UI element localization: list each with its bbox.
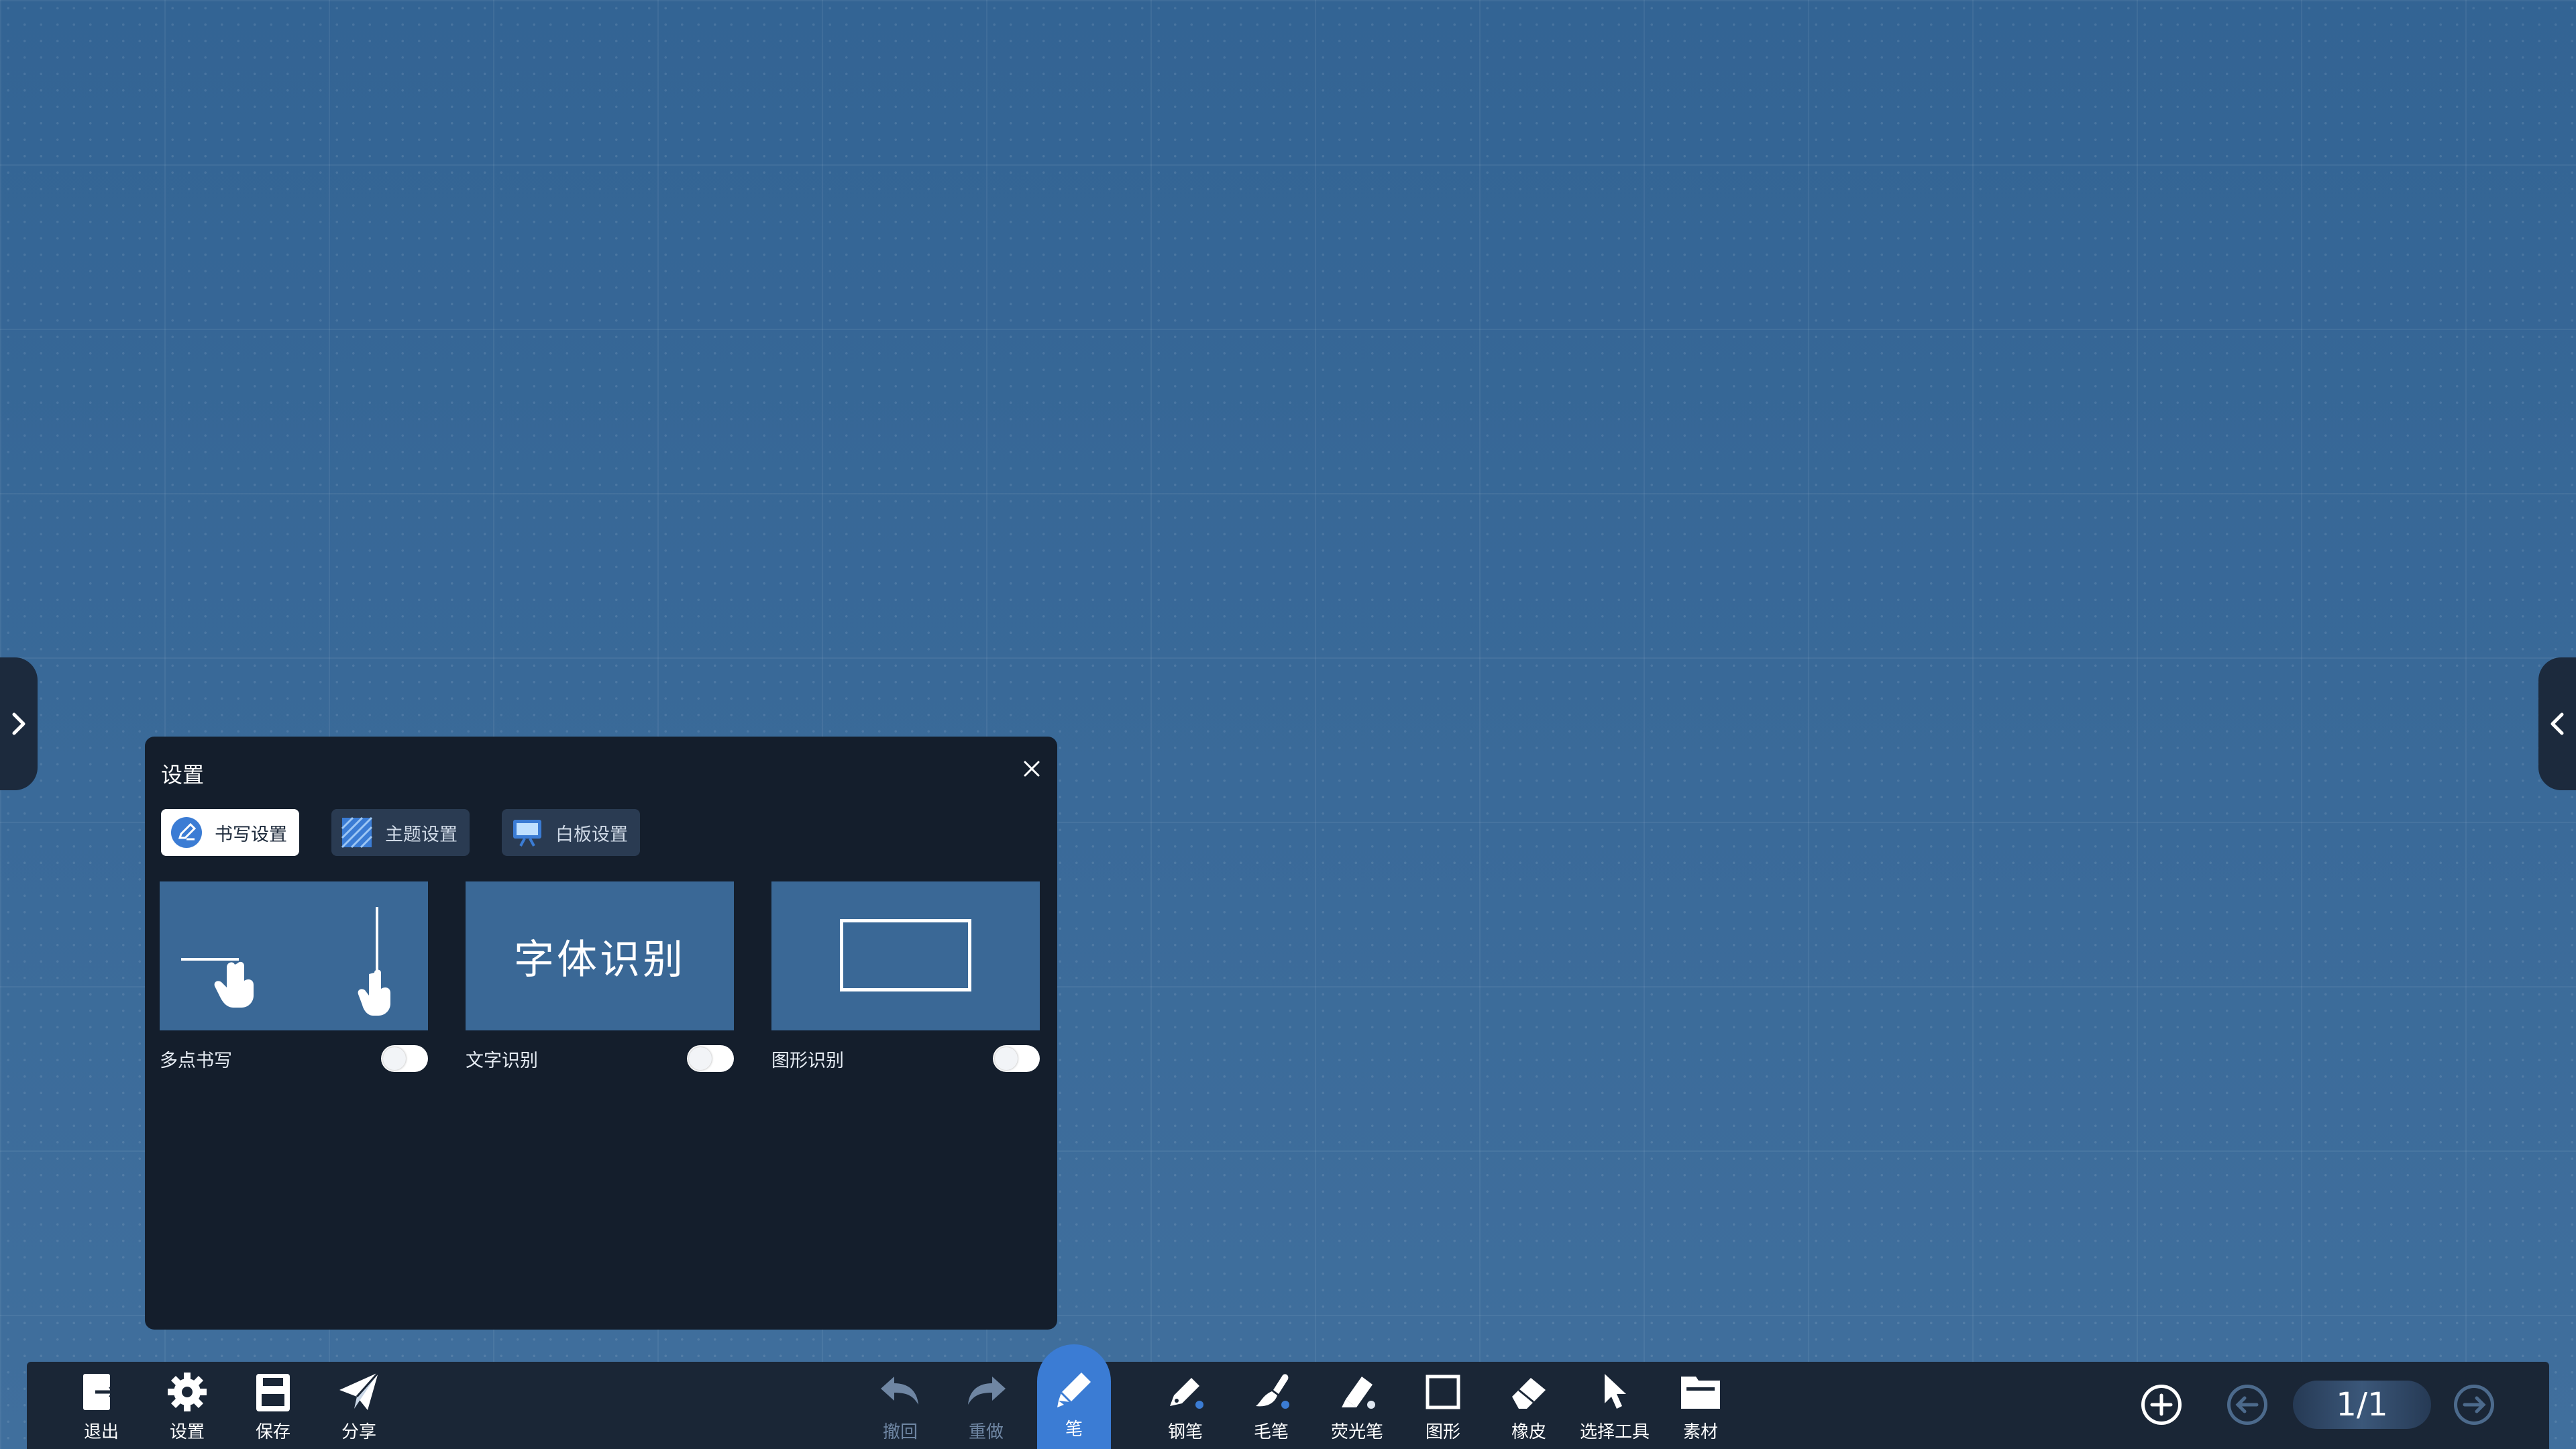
multi-touch-toggle[interactable] xyxy=(381,1045,428,1072)
whiteboard-icon xyxy=(511,816,543,849)
share-label: 分享 xyxy=(341,1422,376,1442)
eraser-label: 橡皮 xyxy=(1511,1422,1546,1442)
redo-icon xyxy=(963,1368,1010,1415)
page-indicator[interactable]: 1/1 xyxy=(2293,1381,2431,1429)
shape-recognition-toggle[interactable] xyxy=(993,1045,1040,1072)
toggle-knob xyxy=(689,1047,712,1070)
folder-icon xyxy=(1677,1368,1724,1415)
redo-label: 重做 xyxy=(968,1422,1004,1442)
exit-label: 退出 xyxy=(83,1422,119,1442)
highlighter-label: 荧光笔 xyxy=(1330,1422,1383,1442)
fountain-pen-icon xyxy=(1162,1368,1209,1415)
multi-touch-preview xyxy=(160,881,428,1030)
settings-button[interactable]: 设置 xyxy=(150,1368,224,1446)
multi-touch-label: 多点书写 xyxy=(160,1050,232,1071)
settings-tabs: 书写设置 主题设置 白板设置 xyxy=(161,809,640,856)
select-tool-label: 选择工具 xyxy=(1579,1422,1650,1442)
fountain-pen-button[interactable]: 钢笔 xyxy=(1148,1368,1222,1446)
panel-title: 设置 xyxy=(161,762,205,788)
tab-whiteboard-settings[interactable]: 白板设置 xyxy=(502,809,640,856)
rectangle-icon xyxy=(840,919,971,991)
save-button[interactable]: 保存 xyxy=(236,1368,310,1446)
brush-label: 毛笔 xyxy=(1253,1422,1289,1442)
tab-writing-settings[interactable]: 书写设置 xyxy=(161,809,299,856)
chevron-left-icon xyxy=(2551,712,2564,735)
shape-label: 图形 xyxy=(1425,1422,1460,1442)
shape-button[interactable]: 图形 xyxy=(1406,1368,1480,1446)
toggle-knob xyxy=(383,1047,406,1070)
text-recognition-toggle[interactable] xyxy=(687,1045,734,1072)
text-recognition-sample: 字体识别 xyxy=(514,936,686,983)
tab-theme-settings[interactable]: 主题设置 xyxy=(331,809,470,856)
redo-button[interactable]: 重做 xyxy=(949,1368,1023,1446)
exit-button[interactable]: 退出 xyxy=(64,1368,138,1446)
pen-label: 笔 xyxy=(1065,1419,1083,1440)
writing-options: 多点书写 字体识别 文字识别 图形识别 xyxy=(160,881,1040,1072)
chevron-right-icon xyxy=(12,712,25,735)
eraser-icon xyxy=(1505,1368,1552,1415)
arrow-left-icon xyxy=(2227,1385,2267,1425)
gear-icon xyxy=(164,1368,211,1415)
select-cursor-icon xyxy=(1591,1368,1638,1415)
tab-label: 主题设置 xyxy=(385,824,458,845)
pen-icon xyxy=(1051,1366,1097,1413)
highlighter-icon xyxy=(1334,1368,1381,1415)
multi-touch-card: 多点书写 xyxy=(160,881,428,1072)
arrow-right-icon xyxy=(2454,1385,2494,1425)
settings-panel: 设置 书写设置 主题设置 白板设置 多点书写 字体识别 文字识别 图形识别 xyxy=(145,737,1057,1330)
save-icon xyxy=(250,1368,297,1415)
brush-button[interactable]: 毛笔 xyxy=(1234,1368,1308,1446)
shape-icon xyxy=(1419,1368,1466,1415)
eraser-button[interactable]: 橡皮 xyxy=(1492,1368,1566,1446)
save-label: 保存 xyxy=(255,1422,290,1442)
next-page-button[interactable] xyxy=(2450,1381,2498,1429)
brush-icon xyxy=(1248,1368,1295,1415)
text-recognition-label: 文字识别 xyxy=(466,1050,538,1071)
left-expand-handle[interactable] xyxy=(0,657,38,790)
previous-page-button[interactable] xyxy=(2223,1381,2271,1429)
pen-circle-icon xyxy=(170,816,203,849)
tab-label: 书写设置 xyxy=(215,824,287,845)
highlighter-button[interactable]: 荧光笔 xyxy=(1320,1368,1394,1446)
share-icon xyxy=(335,1368,382,1415)
settings-label: 设置 xyxy=(169,1422,205,1442)
materials-label: 素材 xyxy=(1682,1422,1718,1442)
pen-tool-button[interactable]: 笔 xyxy=(1037,1344,1111,1449)
shape-recognition-label: 图形识别 xyxy=(771,1050,844,1071)
fountain-pen-label: 钢笔 xyxy=(1167,1422,1203,1442)
shape-recognition-card: 图形识别 xyxy=(771,881,1040,1072)
plus-icon xyxy=(2141,1385,2182,1425)
right-expand-handle[interactable] xyxy=(2538,657,2576,790)
select-tool-button[interactable]: 选择工具 xyxy=(1578,1368,1652,1446)
undo-icon xyxy=(877,1368,924,1415)
shape-recognition-preview xyxy=(771,881,1040,1030)
undo-label: 撤回 xyxy=(882,1422,918,1442)
add-page-button[interactable] xyxy=(2137,1381,2186,1429)
undo-button[interactable]: 撤回 xyxy=(863,1368,937,1446)
theme-stripes-icon xyxy=(341,816,373,849)
tab-label: 白板设置 xyxy=(555,824,628,845)
touch-hands-icon xyxy=(181,907,390,1016)
close-button[interactable] xyxy=(1018,755,1045,782)
exit-icon xyxy=(78,1368,125,1415)
materials-button[interactable]: 素材 xyxy=(1664,1368,1737,1446)
text-recognition-card: 字体识别 文字识别 xyxy=(466,881,734,1072)
text-recognition-preview: 字体识别 xyxy=(466,881,734,1030)
close-icon xyxy=(1024,761,1040,777)
toggle-knob xyxy=(995,1047,1018,1070)
share-button[interactable]: 分享 xyxy=(322,1368,396,1446)
